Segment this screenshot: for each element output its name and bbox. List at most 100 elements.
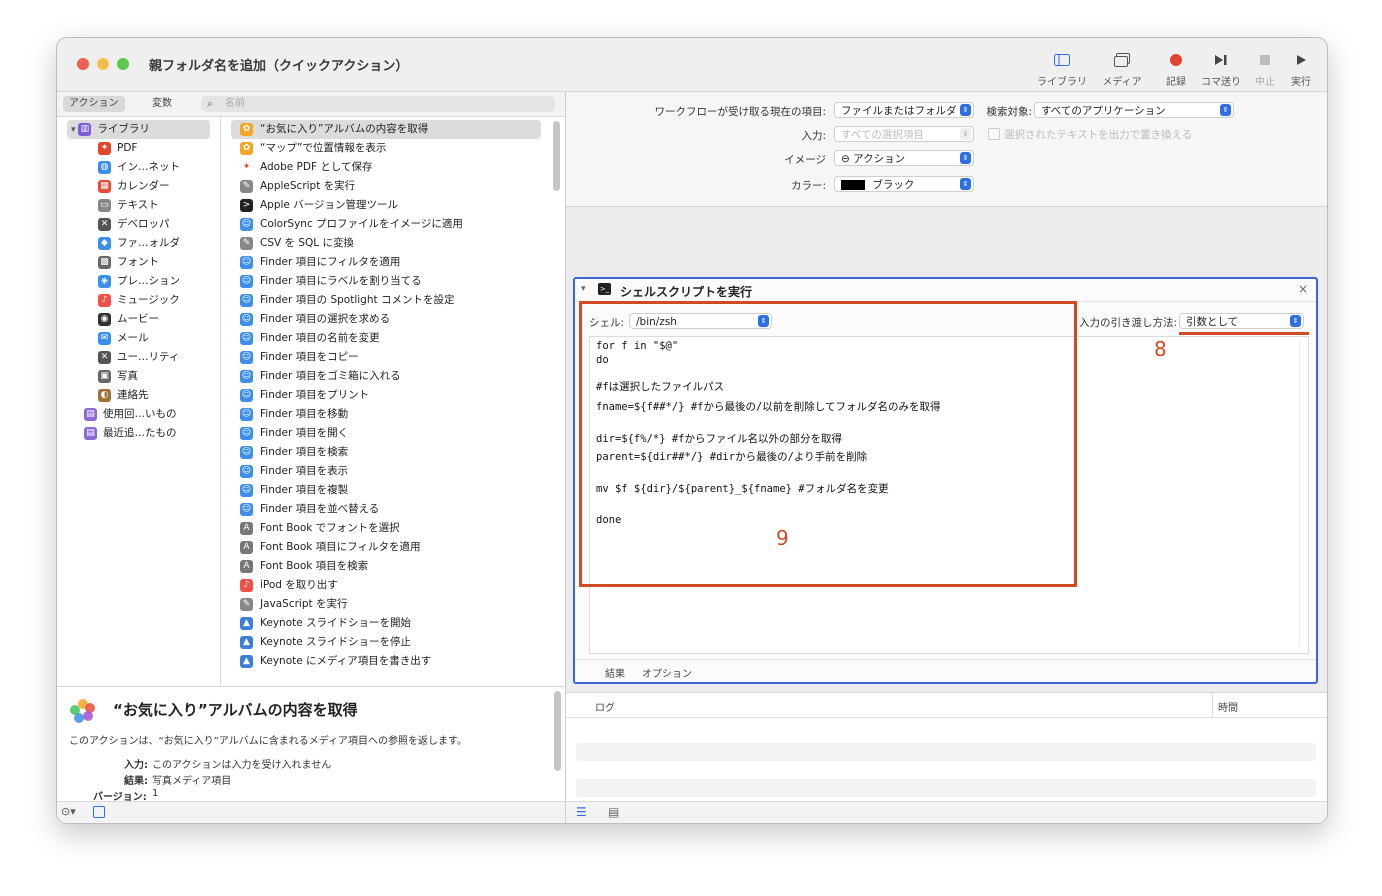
action-label: Font Book でフォントを選択 (260, 522, 400, 534)
category-item[interactable]: ▾ ▥ ライブラリ (67, 120, 210, 139)
category-icon: ✕ (98, 350, 111, 364)
action-item[interactable]: A Font Book でフォントを選択 (231, 519, 541, 538)
action-item[interactable]: ☺ Finder 項目の選択を求める (231, 310, 541, 329)
variables-tab[interactable]: 変数 (146, 96, 178, 112)
action-item[interactable]: ☺ ColorSync プロファイルをイメージに適用 (231, 215, 541, 234)
action-item[interactable]: ☺ Finder 項目を並べ替える (231, 500, 541, 519)
action-item[interactable]: ☺ Finder 項目にフィルタを適用 (231, 253, 541, 272)
category-item[interactable]: ✕ デベロッパ (98, 215, 170, 234)
category-item[interactable]: ✉ メール (98, 329, 149, 348)
library-button[interactable]: ライブラリ (1036, 50, 1088, 88)
action-item[interactable]: > Apple バージョン管理ツール (231, 196, 541, 215)
disclosure-triangle-icon[interactable]: ▾ (71, 125, 78, 135)
minimize-window-button[interactable] (97, 58, 109, 70)
library-pane: アクション 変数 ⌕ 名前 ▾ ▥ ライブラリ ✦ PDF ◍ イン…ネット ▦ カレンダー ▭… (57, 92, 566, 823)
description-scrollbar[interactable] (554, 691, 561, 771)
category-item[interactable]: ✦ PDF (98, 139, 137, 158)
action-item[interactable]: ✎ CSV を SQL に変換 (231, 234, 541, 253)
time-column-header[interactable]: 時間 (1218, 699, 1238, 714)
color-popup[interactable]: ブラック ⇕ (834, 176, 974, 192)
pass-input-label: 入力の引き渡し方法: (1079, 317, 1178, 329)
search-target-label: 検索対象: (986, 106, 1032, 118)
action-icon: ☺ (240, 388, 253, 402)
tab-results[interactable]: 結果 (605, 665, 625, 680)
input-type-value: すべての選択項目 (841, 129, 924, 141)
action-item[interactable]: ✎ JavaScript を実行 (231, 595, 541, 614)
category-label: 最近追…たもの (103, 427, 177, 439)
receives-popup[interactable]: ファイルまたはフォルダ ⇕ (834, 102, 974, 118)
category-item[interactable]: ◉ ムービー (98, 310, 159, 329)
category-item[interactable]: ◆ ファ…ォルダ (98, 234, 180, 253)
log-pane: ログ 時間 (566, 692, 1327, 802)
actions-tab[interactable]: アクション (63, 96, 125, 112)
action-item[interactable]: ✦ Adobe PDF として保存 (231, 158, 541, 177)
action-item[interactable]: ✿ “マップ”で位置情報を表示 (231, 139, 541, 158)
category-label: フォント (117, 256, 159, 268)
category-icon: ✦ (98, 141, 111, 155)
list-view-icon[interactable]: ☰ (576, 805, 587, 819)
action-item[interactable]: ✎ AppleScript を実行 (231, 177, 541, 196)
result-value: 写真メディア項目 (152, 776, 232, 787)
editor-scroll-track[interactable] (1299, 341, 1306, 647)
log-header: ログ 時間 (566, 693, 1327, 718)
receives-label: ワークフローが受け取る現在の項目: (654, 106, 826, 118)
run-button[interactable]: 実行 (1275, 50, 1327, 88)
input-label: 入力: (124, 760, 148, 771)
action-item[interactable]: ☺ Finder 項目を複製 (231, 481, 541, 500)
search-target-popup[interactable]: すべてのアプリケーション ⇕ (1034, 102, 1234, 118)
category-label: イン…ネット (117, 161, 180, 173)
action-item[interactable]: ▲ Keynote スライドショーを開始 (231, 614, 541, 633)
split-view-icon[interactable]: ▤ (608, 805, 619, 819)
action-label: iPod を取り出す (260, 579, 338, 591)
action-item[interactable]: ☺ Finder 項目を検索 (231, 443, 541, 462)
category-item[interactable]: ◈ プレ…ション (98, 272, 180, 291)
input-type-popup[interactable]: すべての選択項目 ⇕ (834, 126, 974, 142)
pass-input-popup[interactable]: 引数として ⇕ (1179, 313, 1304, 329)
image-popup[interactable]: ⊖ アクション ⇕ (834, 150, 974, 166)
disclosure-triangle-icon[interactable]: ▾ (581, 284, 586, 294)
media-button[interactable]: メディア (1096, 50, 1148, 88)
action-item[interactable]: ▲ Keynote スライドショーを停止 (231, 633, 541, 652)
close-window-button[interactable] (77, 58, 89, 70)
category-item[interactable]: ▩ フォント (98, 253, 159, 272)
category-item[interactable]: ◐ 連絡先 (98, 386, 149, 405)
description-toggle-icon[interactable] (93, 806, 105, 818)
action-item[interactable]: ☺ Finder 項目にラベルを割り当てる (231, 272, 541, 291)
replace-text-checkbox[interactable] (988, 128, 1000, 140)
close-action-icon[interactable]: × (1298, 282, 1308, 296)
category-item[interactable]: ◍ イン…ネット (98, 158, 180, 177)
action-list-scrollbar[interactable] (553, 121, 560, 191)
color-value: ブラック (872, 179, 915, 191)
action-item[interactable]: ☺ Finder 項目を開く (231, 424, 541, 443)
category-item[interactable]: ♪ ミュージック (98, 291, 180, 310)
action-item[interactable]: ☺ Finder 項目を表示 (231, 462, 541, 481)
action-item[interactable]: ☺ Finder 項目の Spotlight コメントを設定 (231, 291, 541, 310)
tab-options[interactable]: オプション (642, 665, 692, 680)
category-item[interactable]: ▤ 使用回…いもの (84, 405, 177, 424)
action-item[interactable]: ☺ Finder 項目の名前を変更 (231, 329, 541, 348)
action-icon: ✿ (240, 141, 253, 155)
action-item[interactable]: ✿ “お気に入り”アルバムの内容を取得 (231, 120, 541, 139)
category-item[interactable]: ▣ 写真 (98, 367, 138, 386)
search-input[interactable]: ⌕ 名前 (201, 96, 555, 112)
more-options-icon[interactable]: ⊙▾ (61, 805, 76, 818)
action-item[interactable]: ▲ Keynote にメディア項目を書き出す (231, 652, 541, 671)
action-item[interactable]: ☺ Finder 項目をプリント (231, 386, 541, 405)
category-item[interactable]: ▤ 最近追…たもの (84, 424, 177, 443)
shell-script-action[interactable]: ▾ >_ シェルスクリプトを実行 × シェル: /bin/zsh ⇕ 入力の引き… (573, 277, 1318, 684)
zoom-window-button[interactable] (117, 58, 129, 70)
category-item[interactable]: ▦ カレンダー (98, 177, 170, 196)
action-item[interactable]: A Font Book 項目にフィルタを適用 (231, 538, 541, 557)
action-item[interactable]: A Font Book 項目を検索 (231, 557, 541, 576)
action-header: ▾ >_ シェルスクリプトを実行 × (575, 279, 1316, 302)
action-icon: ☺ (240, 426, 253, 440)
log-column-header[interactable]: ログ (595, 699, 615, 714)
action-item[interactable]: ☺ Finder 項目をコピー (231, 348, 541, 367)
action-item[interactable]: ☺ Finder 項目をゴミ箱に入れる (231, 367, 541, 386)
action-icon: ☺ (240, 350, 253, 364)
category-item[interactable]: ▭ テキスト (98, 196, 159, 215)
action-item[interactable]: ♪ iPod を取り出す (231, 576, 541, 595)
category-item[interactable]: ✕ ユー…リティ (98, 348, 179, 367)
action-item[interactable]: ☺ Finder 項目を移動 (231, 405, 541, 424)
action-label: ColorSync プロファイルをイメージに適用 (260, 218, 463, 230)
